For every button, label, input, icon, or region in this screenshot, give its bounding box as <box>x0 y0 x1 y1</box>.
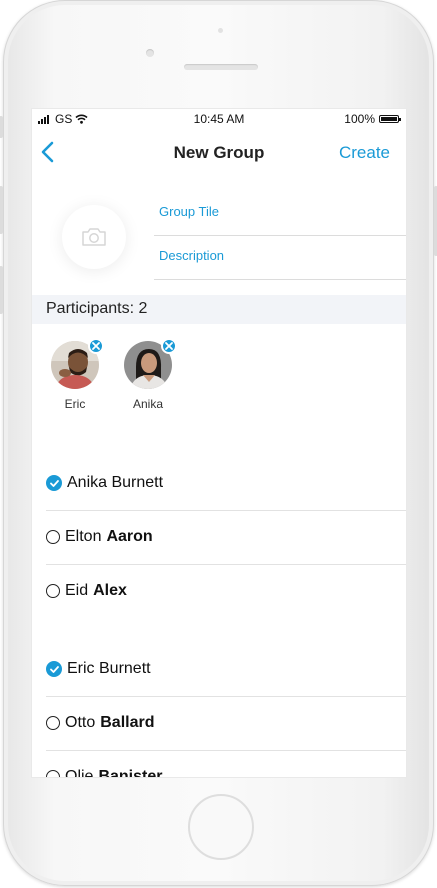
remove-participant-button[interactable] <box>88 338 104 354</box>
contact-first-name: Otto <box>65 714 96 731</box>
contact-first-name: Olie <box>65 768 94 778</box>
close-icon <box>92 342 100 350</box>
contact-row[interactable]: Olie Banister <box>46 751 406 778</box>
participants-header: Participants: 2 <box>32 295 406 324</box>
volume-up-button <box>0 186 3 234</box>
home-button[interactable] <box>188 794 254 860</box>
description-field[interactable]: Description <box>154 236 406 280</box>
camera-icon <box>82 228 106 246</box>
radio-unchecked-icon <box>46 530 60 544</box>
contact-last-name: Alex <box>93 582 127 599</box>
contact-last-name: Aaron <box>106 528 153 545</box>
contact-row[interactable]: Eid Alex <box>46 565 406 619</box>
checked-icon <box>46 661 62 677</box>
radio-unchecked-icon <box>46 770 60 777</box>
radio-unchecked-icon <box>46 584 60 598</box>
earpiece-speaker <box>184 64 258 70</box>
mute-switch <box>0 116 3 138</box>
app-screen: GS 10:45 AM 100% New Group Create Group … <box>31 108 407 778</box>
battery-percent: 100% <box>344 112 375 126</box>
remove-participant-button[interactable] <box>161 338 177 354</box>
contact-last-name: Banister <box>98 768 163 778</box>
group-photo-picker[interactable] <box>62 205 126 269</box>
contact-row[interactable]: Eric Burnett <box>46 643 406 697</box>
radio-unchecked-icon <box>46 716 60 730</box>
close-icon <box>165 342 173 350</box>
contact-first-name: Eid <box>65 582 89 599</box>
proximity-sensor <box>218 28 223 33</box>
participant-name: Anika <box>132 397 164 411</box>
battery-icon <box>379 115 401 123</box>
contact-last-name: Ballard <box>100 714 155 731</box>
front-camera <box>146 49 154 57</box>
status-bar: GS 10:45 AM 100% <box>32 109 406 129</box>
volume-down-button <box>0 266 3 314</box>
contact-first-name: Elton <box>65 528 102 545</box>
contact-name: Anika Burnett <box>67 474 164 491</box>
contact-row[interactable]: Otto Ballard <box>46 697 406 751</box>
participants-count: Participants: 2 <box>46 300 148 317</box>
create-button[interactable]: Create <box>339 143 390 163</box>
group-title-field[interactable]: Group Tile <box>154 192 406 236</box>
description-placeholder: Description <box>159 248 225 263</box>
participant-name: Eric <box>64 397 86 411</box>
nav-bar: New Group Create <box>32 131 406 175</box>
contact-row[interactable]: Anika Burnett <box>46 457 406 511</box>
contact-name: Eric Burnett <box>67 660 151 677</box>
group-title-placeholder: Group Tile <box>159 204 219 219</box>
checked-icon <box>46 475 62 491</box>
contact-row[interactable]: Elton Aaron <box>46 511 406 565</box>
